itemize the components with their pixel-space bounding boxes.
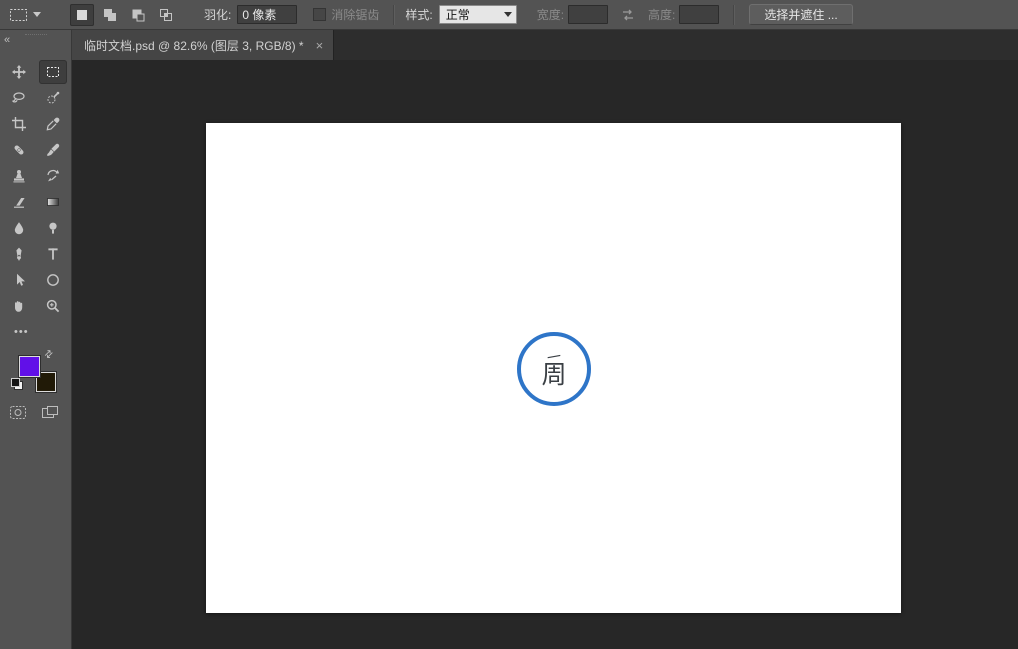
hand-tool[interactable] bbox=[5, 294, 33, 318]
add-selection-icon bbox=[104, 8, 116, 21]
divider bbox=[733, 4, 736, 25]
feather-input[interactable] bbox=[237, 5, 298, 24]
panel-grip[interactable] bbox=[24, 34, 47, 37]
subtract-selection-icon bbox=[132, 9, 145, 21]
add-to-selection-button[interactable] bbox=[98, 4, 122, 26]
antialias-checkbox[interactable] bbox=[313, 8, 327, 21]
new-selection-button[interactable] bbox=[70, 3, 94, 26]
intersect-selection-button[interactable] bbox=[154, 4, 178, 26]
screen-mode-icon bbox=[42, 406, 58, 418]
document-tab-bar: 临时文档.psd @ 82.6% (图层 3, RGB/8) * × bbox=[72, 30, 1018, 60]
screen-mode-button[interactable] bbox=[41, 405, 59, 420]
intersect-selection-icon bbox=[160, 8, 172, 21]
marquee-preset-icon bbox=[10, 8, 27, 21]
blur-drop-icon bbox=[14, 222, 24, 235]
tool-grid bbox=[0, 60, 72, 318]
lasso-icon bbox=[11, 92, 25, 103]
ellipse-icon bbox=[47, 274, 59, 286]
brush-tool[interactable] bbox=[39, 138, 67, 162]
chevron-down-icon bbox=[33, 12, 41, 17]
move-tool[interactable] bbox=[5, 60, 33, 84]
antialias-label: 消除锯齿 bbox=[331, 8, 380, 22]
collapse-toolbar-button[interactable]: « bbox=[4, 35, 10, 46]
height-label: 高度: bbox=[648, 8, 676, 22]
brush-icon bbox=[47, 143, 60, 156]
width-input[interactable] bbox=[568, 5, 609, 24]
subtract-from-selection-button[interactable] bbox=[126, 4, 150, 26]
options-bar: 羽化: 消除锯齿 样式: 正常 宽度: 高度: 选择并遮住 ... bbox=[0, 0, 1018, 30]
style-label: 样式: bbox=[405, 8, 433, 22]
toolbar-header: « bbox=[0, 34, 71, 48]
path-selection-icon bbox=[17, 273, 25, 286]
chevron-down-icon bbox=[503, 12, 512, 17]
lasso-tool[interactable] bbox=[5, 86, 33, 110]
eyedropper-icon bbox=[46, 117, 60, 131]
quick-selection-icon bbox=[47, 91, 60, 104]
default-colors-icon[interactable] bbox=[11, 378, 23, 390]
select-and-mask-button[interactable]: 选择并遮住 ... bbox=[749, 4, 853, 25]
dodge-tool[interactable] bbox=[39, 216, 67, 240]
zoom-icon bbox=[46, 299, 60, 313]
logo-stroke-character: 一 bbox=[545, 347, 563, 366]
dodge-icon bbox=[49, 222, 57, 234]
document-tab-title: 临时文档.psd @ 82.6% (图层 3, RGB/8) * bbox=[84, 38, 304, 53]
history-brush-icon bbox=[47, 169, 60, 182]
logo-main-character: 周 bbox=[541, 360, 567, 389]
clone-stamp-icon bbox=[13, 170, 25, 183]
style-dropdown[interactable]: 正常 bbox=[438, 5, 517, 24]
document-canvas[interactable]: 一 周 bbox=[206, 123, 901, 613]
edit-toolbar-button[interactable]: ••• bbox=[10, 324, 33, 340]
pen-tool[interactable] bbox=[5, 242, 33, 266]
foreground-color-swatch[interactable] bbox=[18, 355, 41, 378]
eyedropper-tool[interactable] bbox=[39, 112, 67, 136]
rectangular-marquee-tool[interactable] bbox=[39, 60, 67, 84]
feather-label: 羽化: bbox=[204, 8, 232, 22]
clone-stamp-tool[interactable] bbox=[5, 164, 33, 188]
toolbar-panel: « ••• ⇄ bbox=[0, 30, 72, 649]
eraser-tool[interactable] bbox=[5, 190, 33, 214]
logo-circle: 一 周 bbox=[517, 332, 591, 406]
tool-preset-picker[interactable] bbox=[8, 2, 56, 28]
quick-mask-icon bbox=[10, 406, 26, 419]
quick-mask-button[interactable] bbox=[9, 405, 27, 420]
rectangular-marquee-icon bbox=[47, 67, 59, 77]
default-foreground-chip bbox=[11, 378, 20, 387]
selection-mode-group bbox=[70, 3, 178, 26]
gradient-tool[interactable] bbox=[39, 190, 67, 214]
crop-tool[interactable] bbox=[5, 112, 33, 136]
zoom-tool[interactable] bbox=[39, 294, 67, 318]
type-icon bbox=[48, 248, 58, 260]
pen-icon bbox=[16, 247, 22, 261]
ellipse-shape-tool[interactable] bbox=[39, 268, 67, 292]
divider bbox=[393, 4, 396, 25]
canvas-workspace[interactable]: 一 周 bbox=[72, 60, 1018, 649]
swap-colors-icon[interactable]: ⇄ bbox=[42, 348, 56, 362]
width-label: 宽度: bbox=[536, 8, 565, 22]
height-input[interactable] bbox=[679, 5, 720, 24]
crop-icon bbox=[12, 117, 26, 131]
quick-selection-tool[interactable] bbox=[39, 86, 67, 110]
healing-brush-tool[interactable] bbox=[5, 138, 33, 162]
photoshop-window: 羽化: 消除锯齿 样式: 正常 宽度: 高度: 选择并遮住 ... « bbox=[0, 0, 1018, 649]
tab-close-icon[interactable]: × bbox=[316, 39, 324, 52]
style-dropdown-value: 正常 bbox=[445, 8, 470, 22]
path-selection-tool[interactable] bbox=[5, 268, 33, 292]
move-icon bbox=[12, 65, 26, 79]
swap-dimensions-icon[interactable] bbox=[620, 7, 636, 23]
eraser-icon bbox=[14, 198, 25, 208]
hand-icon bbox=[15, 301, 23, 312]
gradient-icon bbox=[47, 198, 59, 206]
type-tool[interactable] bbox=[39, 242, 67, 266]
document-tab[interactable]: 临时文档.psd @ 82.6% (图层 3, RGB/8) * × bbox=[72, 30, 335, 60]
color-swatches: ⇄ bbox=[0, 348, 72, 400]
new-selection-icon bbox=[77, 9, 87, 20]
blur-tool[interactable] bbox=[5, 216, 33, 240]
healing-brush-icon bbox=[14, 145, 24, 155]
history-brush-tool[interactable] bbox=[39, 164, 67, 188]
